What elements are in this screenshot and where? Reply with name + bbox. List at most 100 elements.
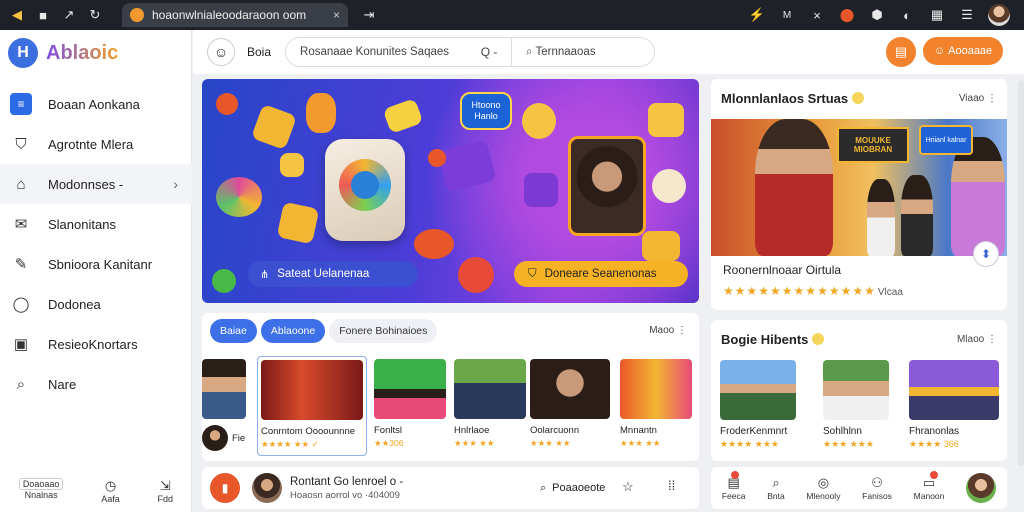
tile-caption: Fonltsl: [374, 425, 402, 436]
now-playing[interactable]: Rontant Go lenroel o - Hoaosn aorrol vo …: [290, 476, 403, 501]
user-icon[interactable]: ☺: [207, 38, 235, 66]
sidebar-footer: Doaoaao Nnalnas ◷ Aafa ⇲ Fdd: [0, 478, 192, 504]
sidebar-item-6[interactable]: ▣ ResieoKnortars: [0, 324, 192, 364]
decor-shape: [216, 177, 262, 217]
home-icon: ⌂: [16, 175, 26, 193]
account-button[interactable]: ☺ Aooaaae: [923, 37, 1003, 65]
sidebar-item-3[interactable]: ✉ Slanonitans: [0, 204, 192, 244]
chevron-right-icon: ›: [173, 176, 178, 192]
sidebar-footer-item-0[interactable]: Doaoaao Nnalnas: [18, 478, 64, 504]
browser-tab[interactable]: hoaonwlnialeoodaraoon oom ×: [122, 3, 348, 27]
chip-1[interactable]: Baiae: [210, 319, 257, 343]
tab-icon[interactable]: ■: [30, 0, 56, 30]
sidebar: H Ablaoic ≡ Boaan Aonkana ⛉ Agrotnte Mle…: [0, 30, 192, 512]
guide-header: Bogie Hibents Mlaoo ⋮: [721, 330, 997, 348]
hero-right-button-label: Doneare Seanenonas: [544, 268, 657, 280]
tile-caption: Fie: [202, 425, 246, 451]
extension-icon[interactable]: ⬤: [832, 0, 862, 30]
tab-0[interactable]: ▤ Feeca: [721, 471, 746, 501]
sidebar-footer-item-2[interactable]: ⇲ Fdd: [158, 478, 174, 504]
carousel-more-link[interactable]: Maoo ⋮: [649, 325, 687, 336]
settings-icon[interactable]: M: [772, 0, 802, 30]
tab-close-icon[interactable]: ×: [333, 8, 340, 22]
shield-icon[interactable]: ⬢: [862, 0, 892, 30]
share-icon[interactable]: ↗: [56, 0, 82, 30]
carousel-tile-4[interactable]: Oolarcuonn ★★★ ★★: [530, 359, 610, 459]
top-header: ☺ Boia Rosanaae Konunites Saqaes Q - ⌕ T…: [193, 30, 1024, 74]
hero-left-button[interactable]: ⋔ Sateat Uelanenaa: [248, 261, 418, 287]
wallet-icon[interactable]: ▤: [886, 37, 916, 67]
guide-more-link[interactable]: Mlaoo ⋮: [957, 334, 997, 345]
filter-chips: Baiae Ablaoone Fonere Bohinaioes: [210, 319, 438, 343]
tab-1[interactable]: ⌕ Bnta: [767, 475, 785, 501]
sidebar-item-1[interactable]: ⛉ Agrotnte Mlera: [0, 124, 192, 164]
tile-image: [909, 360, 999, 420]
carousel-tile-1[interactable]: Conrntom Oooounnne ★★★★ ★★ ✓: [257, 356, 367, 456]
search-left-text[interactable]: Rosanaae Konunites Saqaes: [286, 46, 471, 58]
hero-photo: [568, 136, 646, 236]
info-icon[interactable]: ◐: [892, 0, 922, 30]
carousel-tile-2[interactable]: Fonltsl ★★306: [374, 359, 446, 459]
grid-icon[interactable]: ⁞⁞: [668, 478, 675, 493]
reload-icon[interactable]: ↻: [82, 0, 108, 30]
menu-icon[interactable]: ☰: [952, 0, 982, 30]
search-bar[interactable]: Rosanaae Konunites Saqaes Q - ⌕ Ternnaao…: [285, 37, 656, 67]
carousel-tile-3[interactable]: Hnlrlaoe ★★★ ★★: [454, 359, 526, 459]
guide-tile-1[interactable]: Sohlhlnn ★★★ ★★★: [823, 360, 889, 450]
profile-avatar[interactable]: [988, 4, 1010, 26]
tab-2[interactable]: ◎ Mlenooly: [806, 475, 840, 501]
hero-right-button[interactable]: ⛉ Doneare Seanenonas: [514, 261, 688, 287]
back-icon[interactable]: ◀: [4, 0, 30, 30]
person-figure: [901, 175, 933, 256]
profile-avatar[interactable]: [966, 473, 997, 503]
featured-more-link[interactable]: Viaao ⋮: [959, 93, 997, 104]
guide-tile-0[interactable]: FroderKenmnrt ★★★★ ★★★: [720, 360, 796, 450]
search-filter-dropdown[interactable]: Q -: [471, 45, 507, 59]
tab-label: Feeca: [721, 491, 746, 501]
tab-3[interactable]: ⚇ Fanisos: [862, 475, 892, 501]
sidebar-item-2[interactable]: ⌂ Modonnses - ›: [0, 164, 192, 204]
guide-tile-2[interactable]: Fhranonlas ★★★★ 366: [909, 360, 999, 450]
featured-card: Mlonnlanlaos Srtuas Viaao ⋮ MOUUKE MIOBR…: [711, 79, 1007, 310]
featured-image[interactable]: MOUUKE MIOBRAN Hriianl kalnar: [711, 119, 1007, 256]
sidebar-item-5[interactable]: ◯ Dodonea: [0, 284, 192, 324]
chip-2[interactable]: Ablaoone: [260, 319, 326, 343]
pin-icon[interactable]: ⬍: [973, 241, 999, 267]
hero-banner[interactable]: Htoono Hanlo ⋔ Sateat Uelanenaa ⛉ Doneare …: [202, 79, 699, 303]
tab-4[interactable]: ▭ Manoon: [914, 471, 944, 501]
hero-device-illustration: [325, 139, 405, 241]
sidebar-item-0[interactable]: ≡ Boaan Aonkana: [0, 84, 192, 124]
now-playing-title: Rontant Go lenroel o -: [290, 475, 404, 488]
tile-rating: ★★306: [374, 438, 404, 448]
carousel-tile-0[interactable]: Fie: [202, 359, 246, 459]
carousel-section: Baiae Ablaoone Fonere Bohinaioes Maoo ⋮ …: [202, 313, 699, 461]
search-input[interactable]: ⌕ Ternnaaoas: [512, 46, 596, 59]
tile-image: [374, 359, 446, 419]
decor-shape: [280, 153, 304, 177]
book-icon[interactable]: ▮: [210, 473, 240, 503]
sidebar-footer-item-1[interactable]: ◷ Aafa: [101, 478, 120, 504]
star-icon[interactable]: ☆: [622, 479, 634, 495]
footer-sub: Fdd: [157, 494, 174, 504]
shield-icon: ⛉: [528, 267, 537, 280]
scrollbar[interactable]: [1018, 80, 1024, 466]
tile-caption: Conrntom Oooounnne: [261, 426, 356, 437]
close-icon[interactable]: ×: [802, 0, 832, 30]
decor-shape: [642, 231, 680, 261]
avatar[interactable]: [252, 473, 282, 503]
tab-label: Mlenooly: [806, 491, 841, 501]
tile-caption: Mnnantn: [620, 425, 657, 436]
tile-caption: FroderKenmnrt: [720, 426, 788, 437]
bookmark-icon[interactable]: ▦: [922, 0, 952, 30]
logo[interactable]: H Ablaoic: [8, 38, 118, 68]
sidebar-item-4[interactable]: ✎ Sbnioora Kanitanr: [0, 244, 192, 284]
clock-icon: ◷: [104, 478, 117, 493]
tile-rating: ★★★ ★★★: [823, 439, 874, 449]
chip-3[interactable]: Fonere Bohinaioes: [329, 319, 438, 343]
lightning-icon[interactable]: ⚡: [742, 0, 772, 30]
compass-icon: ◎: [817, 475, 830, 490]
sidebar-item-7[interactable]: ⌕ Nare: [0, 364, 192, 404]
carousel-tile-5[interactable]: Mnnantn ★★★ ★★: [620, 359, 692, 459]
featured-sign: MOUUKE MIOBRAN: [837, 127, 909, 163]
tab-extra-icon[interactable]: ⇥: [356, 0, 382, 30]
